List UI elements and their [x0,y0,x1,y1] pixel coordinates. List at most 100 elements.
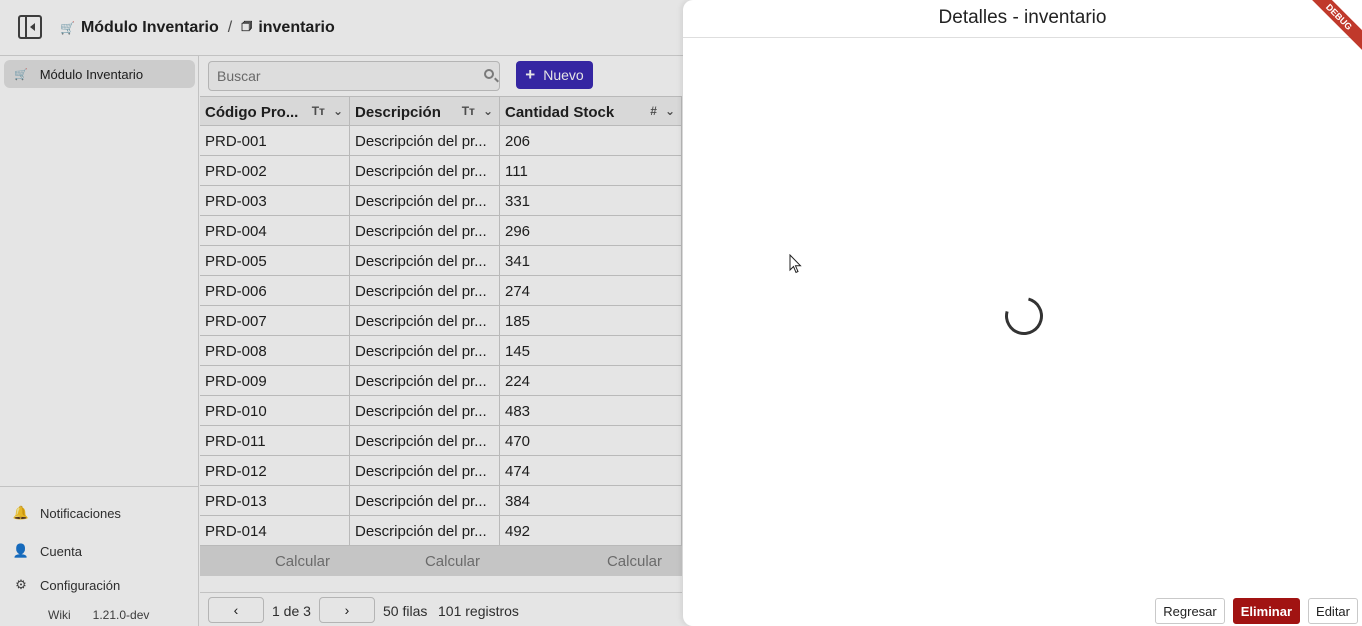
table-cell[interactable]: Descripción del pr... [350,426,500,456]
table-cell[interactable]: 470 [500,426,682,456]
table-cell[interactable]: Descripción del pr... [350,246,500,276]
table-body: PRD-001 Descripción del pr... 206 PRD-002 De… [200,126,682,546]
table-cell[interactable]: Descripción del pr... [350,516,500,546]
table-cell[interactable]: PRD-011 [200,426,350,456]
table-cell[interactable]: Descripción del pr... [350,126,500,156]
table-cell[interactable]: PRD-007 [200,306,350,336]
table-cell[interactable]: Descripción del pr... [350,156,500,186]
table-cell[interactable]: Descripción del pr... [350,276,500,306]
table-row[interactable]: PRD-008 Descripción del pr... 145 [200,336,682,366]
sidebar-footer: 🔔 Notificaciones 👤 Cuenta ⚙ Configuració… [0,486,199,626]
table-cell[interactable]: 474 [500,456,682,486]
sidebar-item-modulo-inventario[interactable]: 🛒 Módulo Inventario [4,60,195,88]
calculate-cell[interactable]: Calcular [200,546,350,576]
number-type-icon[interactable]: # [650,104,657,118]
table-row[interactable]: PRD-007 Descripción del pr... 185 [200,306,682,336]
table-cell[interactable]: PRD-013 [200,486,350,516]
table-cell[interactable]: 341 [500,246,682,276]
table-row[interactable]: PRD-010 Descripción del pr... 483 [200,396,682,426]
chevron-down-icon[interactable]: ⌄ [333,104,343,118]
table-cell[interactable]: 384 [500,486,682,516]
table-row[interactable]: PRD-002 Descripción del pr... 111 [200,156,682,186]
search-icon [484,69,494,79]
table-row[interactable]: PRD-011 Descripción del pr... 470 [200,426,682,456]
table-footer: Calcular Calcular Calcular [200,546,682,576]
table-cell[interactable]: PRD-014 [200,516,350,546]
sidebar-item-account[interactable]: 👤 Cuenta [12,543,82,559]
version-label: 1.21.0-dev [92,608,150,622]
new-button-label: Nuevo [543,67,584,83]
table-cell[interactable]: 224 [500,366,682,396]
table-cell[interactable]: PRD-004 [200,216,350,246]
text-type-icon[interactable]: Tᴛ [462,104,475,118]
table-cell[interactable]: 296 [500,216,682,246]
column-header-icons: Tᴛ ⌄ [312,104,343,118]
text-type-icon[interactable]: Tᴛ [312,104,325,118]
sidebar-item-label: Cuenta [40,543,82,559]
table-cell[interactable]: Descripción del pr... [350,486,500,516]
table-cell[interactable]: PRD-005 [200,246,350,276]
calculate-cell[interactable]: Calcular [500,546,682,576]
table-cell[interactable]: PRD-002 [200,156,350,186]
prev-page-button[interactable]: ‹ [208,597,264,623]
column-header-icons: Tᴛ ⌄ [462,104,493,118]
column-header-descripcion[interactable]: Descripción Tᴛ ⌄ [350,97,500,127]
column-header-codigo[interactable]: Código Pro... Tᴛ ⌄ [200,97,350,127]
next-page-button[interactable]: › [319,597,375,623]
rows-per-page[interactable]: 50 filas [383,603,427,619]
breadcrumb-page[interactable]: inventario [258,19,334,37]
table-row[interactable]: PRD-004 Descripción del pr... 296 [200,216,682,246]
sidebar-item-settings[interactable]: ⚙ Configuración [12,577,120,593]
table-row[interactable]: PRD-006 Descripción del pr... 274 [200,276,682,306]
table-cell[interactable]: Descripción del pr... [350,186,500,216]
table-cell[interactable]: 331 [500,186,682,216]
table-cell[interactable]: 111 [500,156,682,186]
new-button[interactable]: + Nuevo [516,61,593,89]
table-row[interactable]: PRD-014 Descripción del pr... 492 [200,516,682,546]
delete-button[interactable]: Eliminar [1232,598,1301,624]
table-cell[interactable]: PRD-010 [200,396,350,426]
table-row[interactable]: PRD-012 Descripción del pr... 474 [200,456,682,486]
table-cell[interactable]: PRD-008 [200,336,350,366]
breadcrumb: 🛒 Módulo Inventario / 🗇 inventario [60,17,335,38]
table-cell[interactable]: 206 [500,126,682,156]
bell-icon: 🔔 [12,505,30,520]
page-icon: 🗇 [241,19,253,33]
table-cell[interactable]: 185 [500,306,682,336]
table-cell[interactable]: Descripción del pr... [350,456,500,486]
calculate-cell[interactable]: Calcular [350,546,500,576]
breadcrumb-module[interactable]: Módulo Inventario [81,19,219,37]
table-cell[interactable]: Descripción del pr... [350,306,500,336]
table-cell[interactable]: PRD-012 [200,456,350,486]
table-cell[interactable]: Descripción del pr... [350,366,500,396]
edit-button[interactable]: Editar [1308,598,1358,624]
table-cell[interactable]: Descripción del pr... [350,336,500,366]
table-cell[interactable]: 483 [500,396,682,426]
user-icon: 👤 [12,543,30,558]
table-row[interactable]: PRD-013 Descripción del pr... 384 [200,486,682,516]
table-cell[interactable]: PRD-001 [200,126,350,156]
wiki-link[interactable]: Wiki [48,608,71,622]
table-cell[interactable]: Descripción del pr... [350,396,500,426]
table-row[interactable]: PRD-001 Descripción del pr... 206 [200,126,682,156]
table-row[interactable]: PRD-003 Descripción del pr... 331 [200,186,682,216]
chevron-down-icon[interactable]: ⌄ [483,104,493,118]
table-cell[interactable]: 492 [500,516,682,546]
column-header-label: Cantidad Stock [505,103,615,121]
drawer-actions: Regresar Eliminar Editar [1155,598,1358,624]
sidebar-toggle-icon[interactable] [18,15,42,39]
back-button[interactable]: Regresar [1155,598,1225,624]
column-header-cantidad[interactable]: Cantidad Stock # ⌄ [500,97,682,127]
table-cell[interactable]: PRD-003 [200,186,350,216]
table-row[interactable]: PRD-005 Descripción del pr... 341 [200,246,682,276]
table-cell[interactable]: PRD-006 [200,276,350,306]
search-input[interactable] [208,61,500,91]
table-row[interactable]: PRD-009 Descripción del pr... 224 [200,366,682,396]
sidebar-item-notifications[interactable]: 🔔 Notificaciones [12,505,121,521]
chevron-down-icon[interactable]: ⌄ [665,104,675,118]
table-cell[interactable]: PRD-009 [200,366,350,396]
table-cell[interactable]: 274 [500,276,682,306]
table-cell[interactable]: Descripción del pr... [350,216,500,246]
table-cell[interactable]: 145 [500,336,682,366]
breadcrumb-separator: / [227,18,233,36]
